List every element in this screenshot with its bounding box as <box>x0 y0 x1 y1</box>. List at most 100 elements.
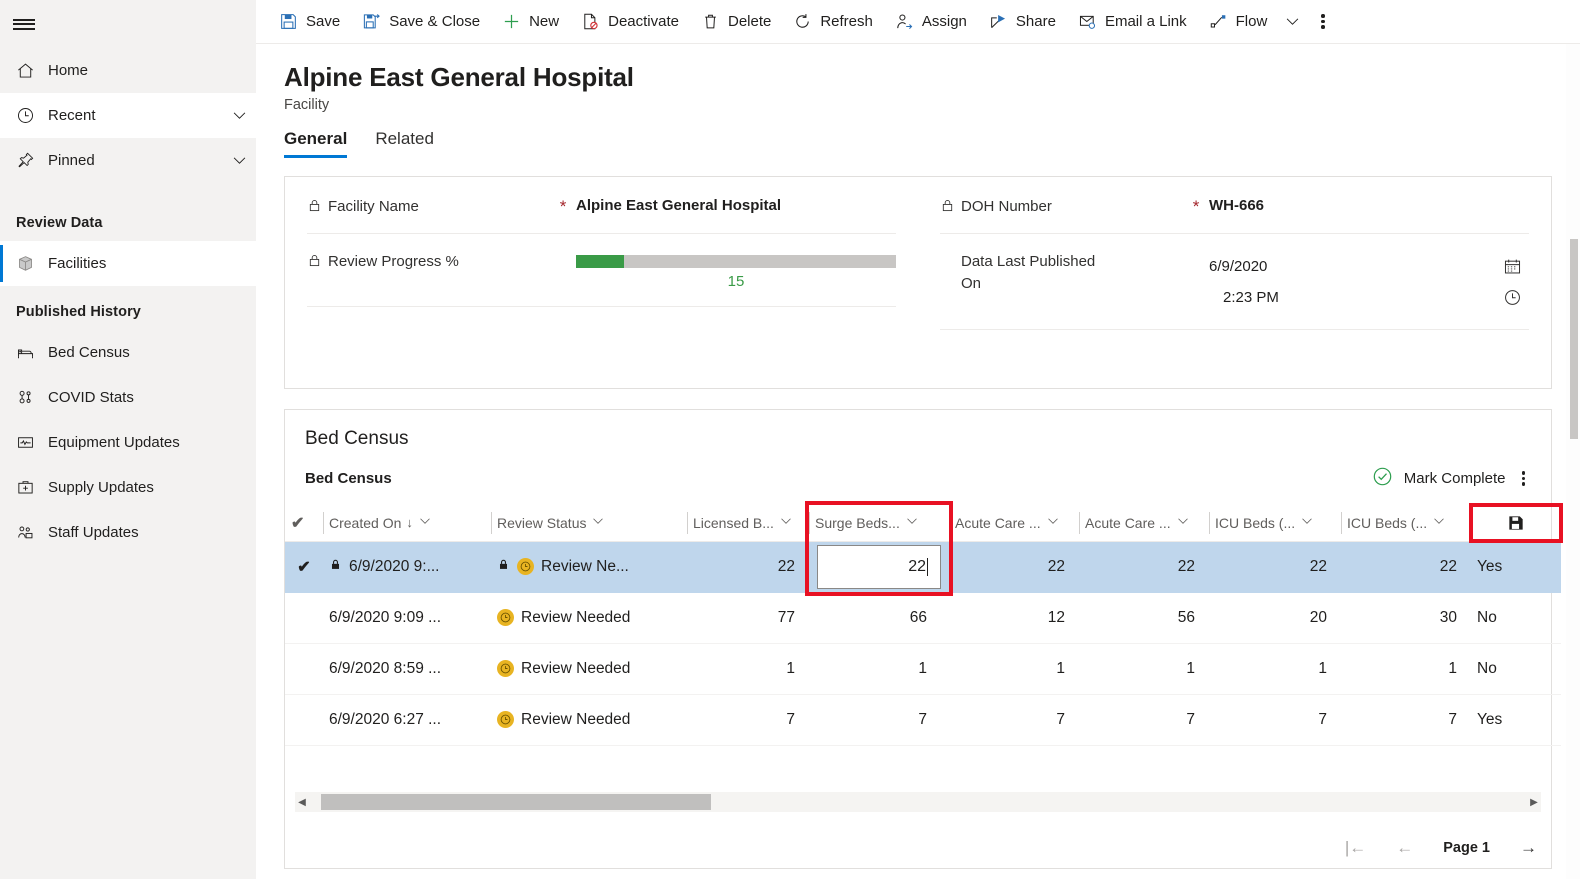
row-select-cell[interactable] <box>285 694 323 746</box>
row-select-cell[interactable]: ✔ <box>285 541 323 593</box>
flow-button[interactable]: Flow <box>1198 0 1279 44</box>
cell-surge-beds[interactable]: 1 <box>809 643 949 695</box>
surge-beds-input[interactable]: 22 <box>817 544 941 589</box>
table-row[interactable]: 6/9/2020 9:09 ... Review Needed 77 66 12 56 20… <box>285 592 1561 644</box>
cell-last-column[interactable]: No <box>1471 592 1561 644</box>
column-header-created-on[interactable]: Created On ↓ <box>323 505 491 542</box>
chevron-down-icon[interactable] <box>222 107 256 124</box>
table-row[interactable]: 6/9/2020 6:27 ... Review Needed 7 7 7 7 7 7 Yes <box>285 694 1561 746</box>
horizontal-scroll-track[interactable] <box>309 792 1527 812</box>
cell-acute-care-2[interactable]: 1 <box>1079 643 1209 695</box>
sidebar-item-bed-census[interactable]: Bed Census <box>0 330 256 375</box>
cell-acute-care-1[interactable]: 7 <box>949 694 1079 746</box>
cell-created-on[interactable]: 6/9/2020 6:27 ... <box>323 694 491 746</box>
cell-licensed-beds[interactable]: 22 <box>687 541 809 593</box>
vertical-scroll-thumb[interactable] <box>1570 239 1578 439</box>
facility-name-value[interactable]: Alpine East General Hospital <box>576 196 896 214</box>
flow-chevron-down-icon[interactable] <box>1278 0 1307 44</box>
cell-review-status[interactable]: Review Needed <box>491 643 687 695</box>
save-and-close-button[interactable]: Save & Close <box>351 0 491 44</box>
sidebar-item-equipment-updates[interactable]: Equipment Updates <box>0 420 256 465</box>
doh-number-value[interactable]: WH-666 <box>1209 196 1529 214</box>
column-header-acute-care-1[interactable]: Acute Care ... <box>949 505 1079 542</box>
mark-complete-button[interactable]: Mark Complete <box>1372 466 1512 491</box>
cell-icu-beds-1[interactable]: 7 <box>1209 694 1341 746</box>
next-page-button[interactable]: → <box>1520 838 1537 858</box>
column-header-licensed-beds[interactable]: Licensed B... <box>687 505 809 542</box>
sidebar-item-home[interactable]: Home <box>0 48 256 93</box>
cell-acute-care-1[interactable]: 12 <box>949 592 1079 644</box>
cell-last-column[interactable]: Yes <box>1471 541 1561 593</box>
chevron-down-icon[interactable] <box>418 514 432 531</box>
column-header-review-status[interactable]: Review Status <box>491 505 687 542</box>
cell-icu-beds-1[interactable]: 22 <box>1209 541 1341 593</box>
chevron-down-icon[interactable] <box>779 514 793 531</box>
chevron-down-icon[interactable] <box>222 152 256 169</box>
previous-page-button[interactable]: ← <box>1396 838 1413 858</box>
sidebar-item-facilities[interactable]: Facilities <box>0 241 256 286</box>
chevron-down-icon[interactable] <box>1300 514 1314 531</box>
column-header-acute-care-2[interactable]: Acute Care ... <box>1079 505 1209 542</box>
column-header-icu-beds-2[interactable]: ICU Beds (... <box>1341 505 1471 542</box>
cell-surge-beds[interactable]: 66 <box>809 592 949 644</box>
cell-last-column[interactable]: No <box>1471 643 1561 695</box>
first-page-button[interactable]: |← <box>1345 838 1366 858</box>
chevron-down-icon[interactable] <box>1432 514 1446 531</box>
horizontal-scrollbar[interactable]: ◀ ▶ <box>295 792 1541 812</box>
sidebar-item-covid-stats[interactable]: COVID Stats <box>0 375 256 420</box>
more-commands-button[interactable] <box>1307 0 1335 44</box>
cell-last-column[interactable]: Yes <box>1471 694 1561 746</box>
cell-acute-care-2[interactable]: 7 <box>1079 694 1209 746</box>
column-header-surge-beds[interactable]: Surge Beds... <box>809 505 949 542</box>
column-header-save-row[interactable] <box>1471 505 1561 542</box>
tab-general[interactable]: General <box>284 129 348 158</box>
cell-licensed-beds[interactable]: 1 <box>687 643 809 695</box>
save-row-icon[interactable] <box>1477 514 1555 532</box>
row-select-cell[interactable] <box>285 643 323 695</box>
cell-acute-care-1[interactable]: 22 <box>949 541 1079 593</box>
cell-icu-beds-1[interactable]: 1 <box>1209 643 1341 695</box>
table-row[interactable]: ✔ 6/9/2020 9:... Review Ne... 22 22 22 22 22 22 Y… <box>285 541 1561 593</box>
cell-licensed-beds[interactable]: 7 <box>687 694 809 746</box>
cell-acute-care-2[interactable]: 22 <box>1079 541 1209 593</box>
subgrid-more-commands-button[interactable] <box>1512 469 1536 488</box>
chevron-down-icon[interactable] <box>1176 514 1190 531</box>
data-last-published-time[interactable]: 2:23 PM <box>1209 289 1495 306</box>
cell-icu-beds-2[interactable]: 1 <box>1341 643 1471 695</box>
deactivate-button[interactable]: Deactivate <box>570 0 690 44</box>
hamburger-menu-icon[interactable] <box>0 0 48 48</box>
calendar-icon[interactable] <box>1495 257 1529 276</box>
share-button[interactable]: Share <box>978 0 1067 44</box>
assign-button[interactable]: Assign <box>884 0 978 44</box>
cell-created-on[interactable]: 6/9/2020 8:59 ... <box>323 643 491 695</box>
row-select-cell[interactable] <box>285 592 323 644</box>
cell-icu-beds-2[interactable]: 22 <box>1341 541 1471 593</box>
sidebar-item-staff-updates[interactable]: Staff Updates <box>0 510 256 555</box>
cell-review-status[interactable]: Review Ne... <box>491 541 687 593</box>
delete-button[interactable]: Delete <box>690 0 782 44</box>
scroll-left-icon[interactable]: ◀ <box>295 797 309 808</box>
cell-review-status[interactable]: Review Needed <box>491 694 687 746</box>
cell-surge-beds[interactable]: 22 <box>809 541 949 593</box>
sidebar-item-supply-updates[interactable]: Supply Updates <box>0 465 256 510</box>
cell-acute-care-1[interactable]: 1 <box>949 643 1079 695</box>
save-button[interactable]: Save <box>268 0 351 44</box>
cell-review-status[interactable]: Review Needed <box>491 592 687 644</box>
email-a-link-button[interactable]: Email a Link <box>1067 0 1198 44</box>
refresh-button[interactable]: Refresh <box>782 0 884 44</box>
cell-acute-care-2[interactable]: 56 <box>1079 592 1209 644</box>
new-button[interactable]: New <box>491 0 570 44</box>
cell-created-on[interactable]: 6/9/2020 9:... <box>323 541 491 593</box>
cell-icu-beds-2[interactable]: 30 <box>1341 592 1471 644</box>
chevron-down-icon[interactable] <box>591 514 605 531</box>
cell-created-on[interactable]: 6/9/2020 9:09 ... <box>323 592 491 644</box>
sidebar-item-recent[interactable]: Recent <box>0 93 256 138</box>
column-header-select-all[interactable]: ✔ <box>285 505 323 542</box>
column-header-icu-beds-1[interactable]: ICU Beds (... <box>1209 505 1341 542</box>
data-last-published-date[interactable]: 6/9/2020 <box>1209 258 1495 275</box>
scroll-right-icon[interactable]: ▶ <box>1527 797 1541 808</box>
vertical-scrollbar[interactable] <box>1566 44 1580 879</box>
cell-licensed-beds[interactable]: 77 <box>687 592 809 644</box>
tab-related[interactable]: Related <box>375 129 434 158</box>
horizontal-scroll-thumb[interactable] <box>321 794 711 810</box>
